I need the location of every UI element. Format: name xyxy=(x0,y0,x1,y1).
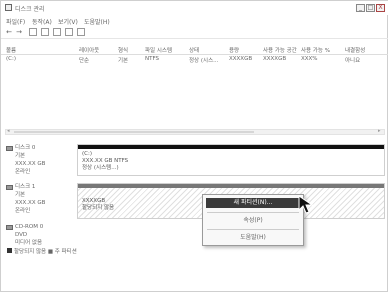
disk-name: 디스크 1 xyxy=(15,184,36,190)
column-header[interactable]: 볼륨 xyxy=(6,46,16,54)
window-title: 디스크 관리 xyxy=(15,6,45,13)
table-cell: (C:) xyxy=(6,56,16,62)
app-icon xyxy=(5,4,12,11)
menu-item-new-partition[interactable]: 새 파티션(N)... xyxy=(206,198,300,208)
disk-0-label[interactable]: 디스크 0 기본 XXX.XX GB 온라인 xyxy=(5,144,71,176)
table-cell: 아니요 xyxy=(345,58,361,64)
disk-name: CD-ROM 0 xyxy=(15,224,44,230)
menu-file[interactable]: 파일(F) xyxy=(6,17,25,26)
menu-item-help[interactable]: 도움말(H) xyxy=(206,233,300,243)
disk-1-label[interactable]: 디스크 1 기본 XXX.XX GB 온라인 xyxy=(5,183,71,219)
view-icon[interactable] xyxy=(65,28,73,36)
scroll-right-icon[interactable]: ▸ xyxy=(378,128,381,134)
volume-size: XXX.XX GB NTFS xyxy=(82,158,129,164)
disk-icon xyxy=(6,146,13,151)
cdrom-0-row: CD-ROM 0 DVD 미디어 없음 xyxy=(5,223,385,246)
disk-icon xyxy=(6,185,13,190)
column-header[interactable]: 내결함성 xyxy=(345,46,365,54)
disk-size: XXX.XX GB xyxy=(15,200,46,206)
scroll-left-icon[interactable]: ◂ xyxy=(7,128,10,134)
legend-bar: 할당되지 않음 ■ 주 파티션 xyxy=(1,247,388,255)
menu-action[interactable]: 동작(A) xyxy=(32,17,52,26)
column-header[interactable]: 용량 xyxy=(229,46,239,54)
disk-name: 디스크 0 xyxy=(15,145,36,151)
volume-status: 정상 (시스템...) xyxy=(82,165,119,171)
disk-state: 미디어 없음 xyxy=(15,240,43,246)
disk-type: DVD xyxy=(15,232,28,238)
menu-view[interactable]: 보기(V) xyxy=(58,17,78,26)
menu-separator xyxy=(207,212,299,213)
settings-icon[interactable] xyxy=(77,28,85,36)
disk-state: 온라인 xyxy=(15,169,31,175)
context-menu: 새 파티션(N)... 속성(P) 도움말(H) xyxy=(202,194,304,246)
disk-0-row: 디스크 0 기본 XXX.XX GB 온라인 (C:) XXX.XX GB NT… xyxy=(5,144,385,176)
table-cell: 정상 (시스... xyxy=(189,58,219,64)
unallocated-stripe xyxy=(78,184,384,188)
menu-bar: 파일(F) 동작(A) 보기(V) 도움말(H) xyxy=(1,15,388,26)
back-arrow-icon[interactable]: ← xyxy=(5,28,13,36)
menu-separator xyxy=(207,229,299,230)
disk-type: 기본 xyxy=(15,192,26,198)
maximize-button[interactable]: □ xyxy=(366,4,375,12)
properties-icon[interactable] xyxy=(41,28,49,36)
column-header[interactable]: 형식 xyxy=(118,46,128,54)
column-header[interactable]: 사용 가능 % xyxy=(301,46,330,54)
column-header[interactable]: 레이아웃 xyxy=(79,46,99,54)
table-cell: 단순 xyxy=(79,58,90,64)
menu-item-properties[interactable]: 속성(P) xyxy=(206,216,300,226)
table-row[interactable]: (C:) 단순 기본 NTFS 정상 (시스... XXXXGB XXXXGB … xyxy=(1,55,388,64)
table-cell: 기본 xyxy=(118,58,129,64)
legend-swatch xyxy=(7,248,12,253)
toolbar: ← → xyxy=(1,26,388,39)
volume-label: (C:) xyxy=(82,151,92,157)
disk-size: XXX.XX GB xyxy=(15,161,46,167)
close-button[interactable]: X xyxy=(376,4,385,12)
minimize-button[interactable]: _ xyxy=(356,4,365,12)
column-header[interactable]: 파일 시스템 xyxy=(145,46,172,54)
horizontal-scrollbar[interactable]: ◂ ▸ xyxy=(5,128,385,135)
table-cell: XXXXGB xyxy=(229,56,253,62)
forward-arrow-icon[interactable]: → xyxy=(15,28,23,36)
table-cell: XXXXGB xyxy=(263,56,287,62)
unallocated-status: 할당되지 않음 xyxy=(82,205,115,211)
title-bar: 디스크 관리 _ □ X xyxy=(1,1,388,15)
unallocated-size: XXXXGB xyxy=(82,198,106,204)
disk-1-row: 디스크 1 기본 XXX.XX GB 온라인 XXXXGB 할당되지 않음 xyxy=(5,183,385,219)
legend-text: 할당되지 않음 ■ 주 파티션 xyxy=(14,249,77,255)
column-header[interactable]: 사용 가능 공간 xyxy=(263,46,297,54)
menu-help[interactable]: 도움말(H) xyxy=(84,17,110,26)
column-header[interactable]: 상태 xyxy=(189,46,199,54)
disk-management-window: 디스크 관리 _ □ X 파일(F) 동작(A) 보기(V) 도움말(H) ← … xyxy=(0,0,388,292)
folder-icon[interactable] xyxy=(29,28,37,36)
primary-partition-stripe xyxy=(78,145,384,149)
table-cell: XXX% xyxy=(301,56,318,62)
disk-state: 온라인 xyxy=(15,208,31,214)
cdrom-0-label[interactable]: CD-ROM 0 DVD 미디어 없음 xyxy=(5,223,71,246)
volume-c[interactable]: (C:) XXX.XX GB NTFS 정상 (시스템...) xyxy=(77,144,385,176)
cd-drive-icon xyxy=(6,225,13,230)
mouse-pointer-icon xyxy=(298,195,314,214)
help-icon[interactable] xyxy=(53,28,61,36)
disk-type: 기본 xyxy=(15,153,26,159)
volume-list-header: 볼륨 레이아웃 형식 파일 시스템 상태 용량 사용 가능 공간 사용 가능 %… xyxy=(1,45,388,55)
scroll-thumb[interactable] xyxy=(14,131,254,133)
table-cell: NTFS xyxy=(145,56,160,62)
